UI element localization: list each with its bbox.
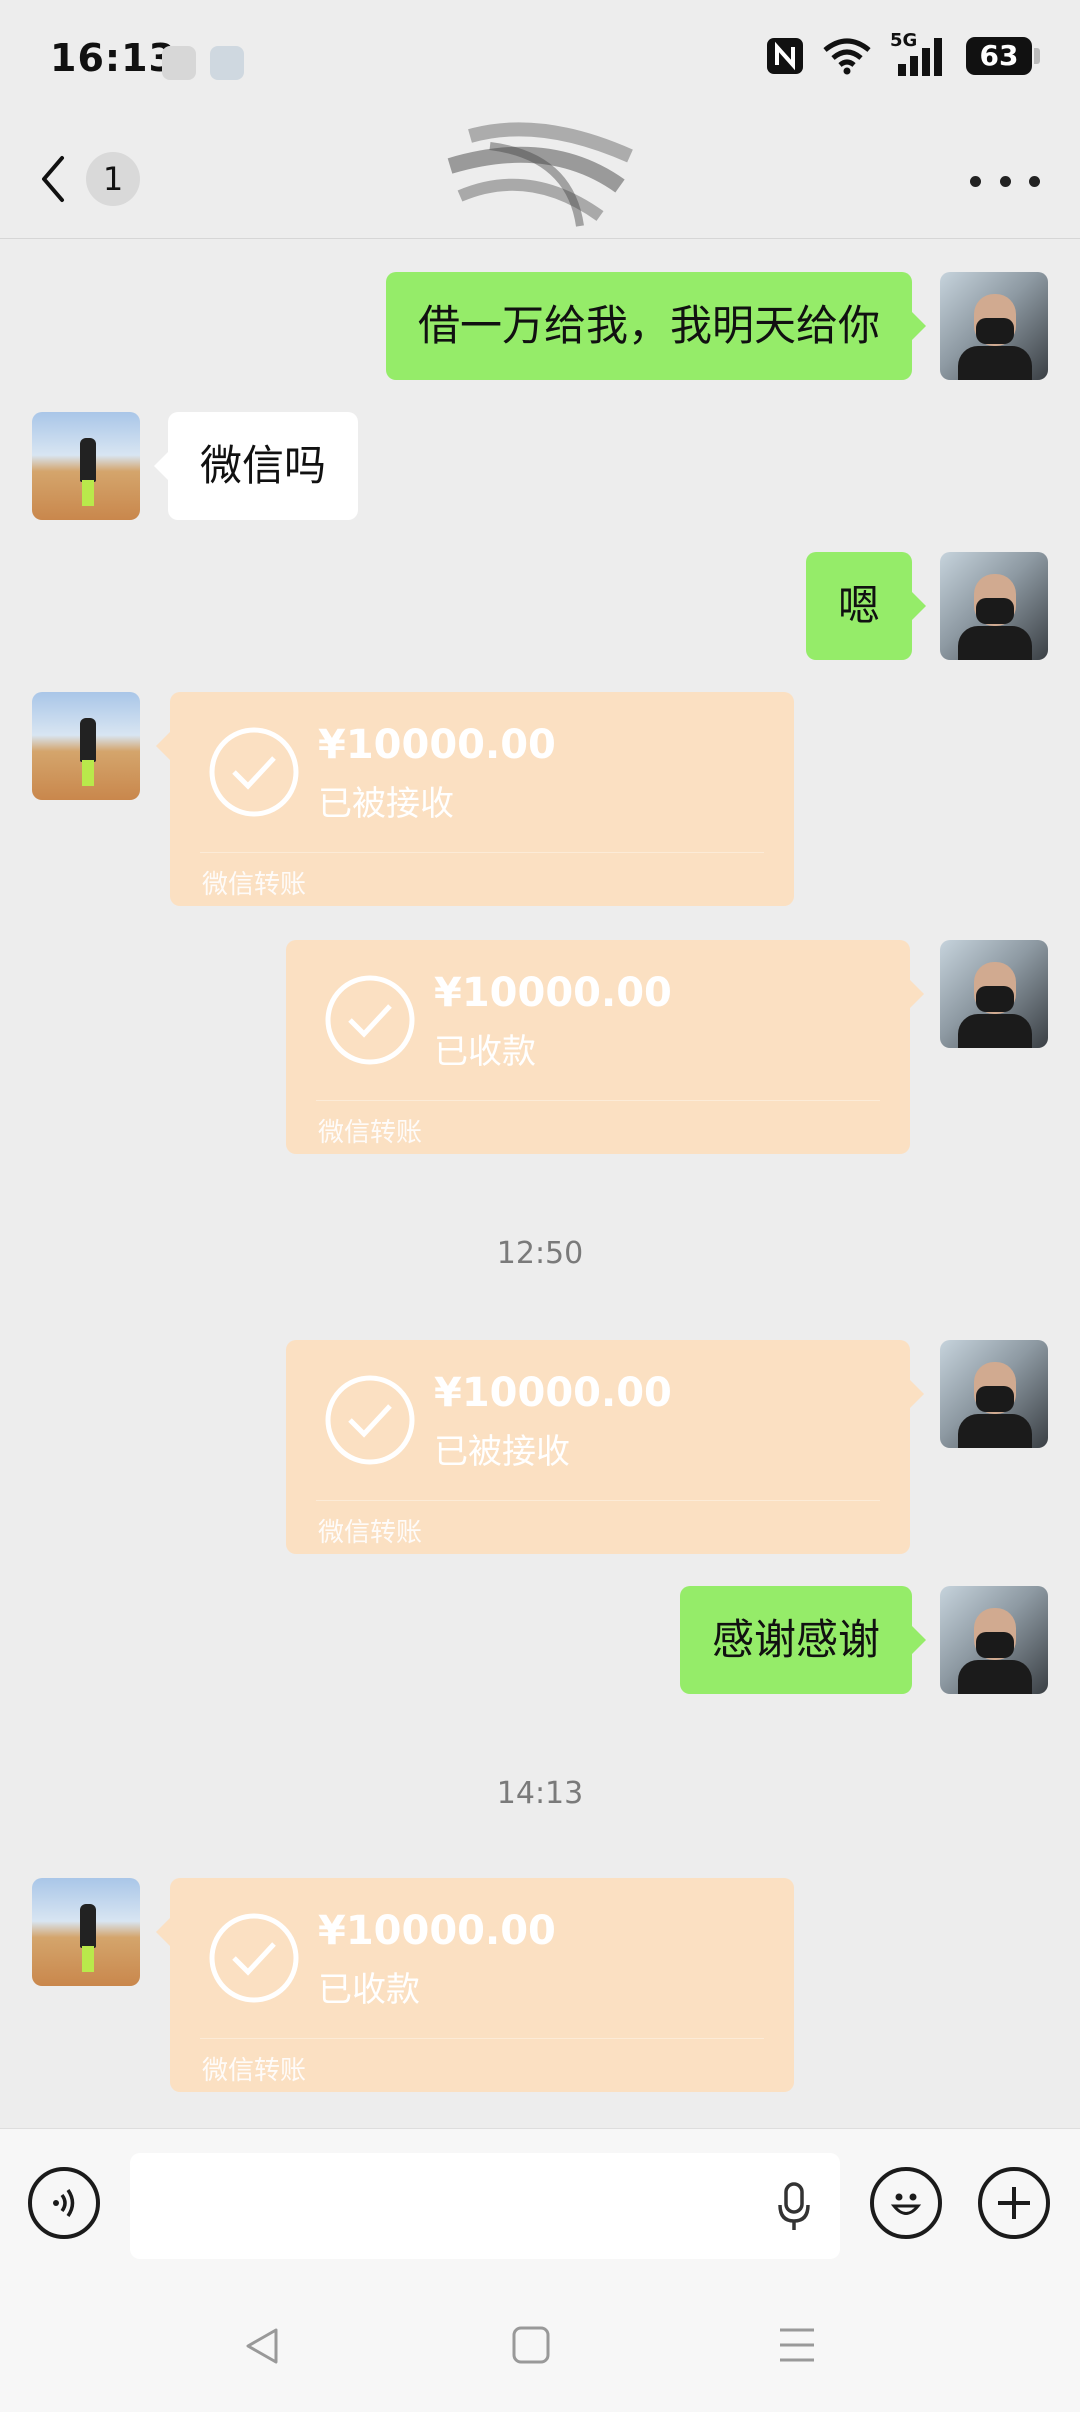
transfer-status: 已被接收 — [318, 784, 454, 824]
status-time: 16:13 — [50, 36, 176, 80]
message-bubble[interactable]: 借一万给我，我明天给你 — [385, 272, 927, 380]
transfer-status: 已被接收 — [434, 1432, 570, 1472]
check-icon — [325, 975, 415, 1065]
chat-list[interactable]: 借一万给我，我明天给你 微信吗 嗯 ¥10000.00 已被接收 微信转账 ¥1… — [0, 240, 1080, 2130]
timestamp: 12:50 — [496, 1236, 584, 1271]
more-options-button[interactable] — [970, 166, 1040, 196]
check-icon — [209, 1913, 299, 2003]
mic-icon[interactable] — [774, 2181, 814, 2233]
nav-back-icon[interactable] — [240, 2324, 284, 2368]
avatar-me[interactable] — [940, 552, 1048, 660]
emoji-button[interactable] — [870, 2167, 942, 2239]
plus-icon — [998, 2187, 1030, 2219]
nav-menu-icon[interactable] — [776, 2324, 818, 2366]
transfer-status: 已收款 — [318, 1970, 420, 2010]
emoji-icon — [890, 2193, 922, 2215]
avatar-contact[interactable] — [32, 1878, 140, 1986]
nfc-icon — [767, 38, 803, 74]
status-icons: 5G 63 — [766, 30, 1040, 76]
transfer-amount: ¥10000.00 — [434, 970, 672, 1016]
transfer-label: 微信转账 — [202, 870, 307, 900]
transfer-amount: ¥10000.00 — [318, 722, 556, 768]
battery-indicator: 63 — [966, 37, 1040, 75]
notification-icon — [210, 46, 244, 80]
wifi-icon — [823, 38, 871, 75]
divider — [316, 1500, 880, 1501]
avatar-me[interactable] — [940, 1586, 1048, 1694]
more-functions-button[interactable] — [978, 2167, 1050, 2239]
transfer-card[interactable]: ¥10000.00 已收款 微信转账 — [156, 1878, 794, 2092]
message-input[interactable] — [130, 2153, 840, 2259]
more-icon — [970, 175, 981, 187]
system-navigation-bar — [0, 2284, 1080, 2412]
contact-name-redacted — [447, 122, 633, 227]
transfer-status: 已收款 — [434, 1032, 536, 1072]
back-button[interactable]: 1 — [38, 144, 148, 214]
input-bar — [0, 2128, 1080, 2285]
network-type: 5G — [890, 30, 918, 51]
message-bubble[interactable]: 嗯 — [805, 552, 927, 660]
message-bubble[interactable]: 感谢感谢 — [679, 1586, 927, 1694]
voice-mode-button[interactable] — [28, 2167, 100, 2239]
message-bubble[interactable]: 微信吗 — [153, 412, 359, 520]
transfer-card[interactable]: ¥10000.00 已被接收 微信转账 — [156, 692, 794, 906]
avatar-me[interactable] — [940, 940, 1048, 1048]
transfer-amount: ¥10000.00 — [318, 1908, 556, 1954]
nav-home-icon[interactable] — [510, 2324, 552, 2366]
transfer-card[interactable]: ¥10000.00 已收款 微信转账 — [286, 940, 924, 1154]
transfer-label: 微信转账 — [202, 2056, 307, 2086]
avatar-contact[interactable] — [32, 412, 140, 520]
avatar-me[interactable] — [940, 1340, 1048, 1448]
cellular-signal-icon: 5G — [890, 30, 948, 76]
divider — [200, 852, 764, 853]
transfer-card[interactable]: ¥10000.00 已被接收 微信转账 — [286, 1340, 924, 1554]
transfer-label: 微信转账 — [318, 1118, 423, 1148]
transfer-amount: ¥10000.00 — [434, 1370, 672, 1416]
check-icon — [209, 727, 299, 817]
timestamp: 14:13 — [496, 1776, 584, 1811]
unread-count-badge: 1 — [86, 152, 140, 206]
divider — [316, 1100, 880, 1101]
notification-icon — [162, 46, 196, 80]
check-icon — [325, 1375, 415, 1465]
avatar-contact[interactable] — [32, 692, 140, 800]
divider — [200, 2038, 764, 2039]
chat-header: 1 — [0, 120, 1080, 239]
back-arrow-icon — [42, 156, 64, 202]
transfer-label: 微信转账 — [318, 1518, 423, 1548]
voice-icon — [53, 2189, 75, 2217]
avatar-me[interactable] — [940, 272, 1048, 380]
